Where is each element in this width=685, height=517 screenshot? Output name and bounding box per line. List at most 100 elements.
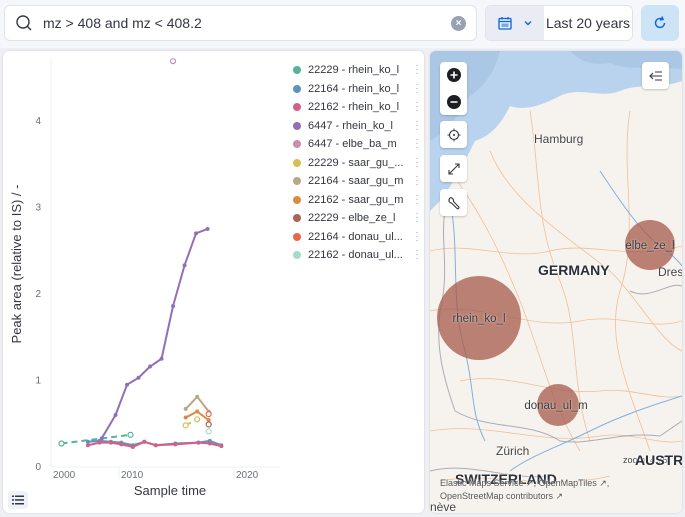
data-point xyxy=(205,428,212,435)
data-point xyxy=(196,440,201,445)
data-point xyxy=(207,441,212,446)
y-axis-title: Peak area (relative to IS) / - xyxy=(9,185,24,344)
legend-item-menu-icon[interactable]: · · · xyxy=(413,190,421,208)
legend-color-dot xyxy=(293,232,301,241)
clear-icon[interactable]: × xyxy=(451,16,466,31)
refresh-button[interactable] xyxy=(641,5,679,41)
quick-select-button[interactable] xyxy=(486,6,544,40)
data-point xyxy=(113,412,118,417)
legend-color-dot xyxy=(293,140,301,149)
query-bar: mz > 408 and mz < 408.2 × Last 20 years xyxy=(0,0,685,48)
y-tick-label: 0 xyxy=(35,462,41,473)
data-point xyxy=(194,231,199,236)
legend-label: 22164 - rhein_ko_l xyxy=(308,82,400,95)
x-tick-label: 2010 xyxy=(121,470,144,481)
legend-label: 22229 - rhein_ko_l xyxy=(308,64,400,77)
y-tick-label: 4 xyxy=(35,116,41,127)
legend-color-dot xyxy=(293,158,301,167)
series-line xyxy=(100,228,208,439)
legend-label: 22162 - saar_gu_m xyxy=(308,193,404,206)
legend-item-menu-icon[interactable]: · · · xyxy=(413,98,421,116)
legend-item[interactable]: 22164 - saar_gu_m · · · xyxy=(293,172,423,191)
search-query-text[interactable]: mz > 408 and mz < 408.2 xyxy=(43,15,202,31)
data-point xyxy=(125,382,130,387)
data-point xyxy=(205,226,210,231)
legend-item[interactable]: 22229 - saar_gu_... · · · xyxy=(293,153,423,173)
legend-color-dot xyxy=(293,84,301,93)
legend-item[interactable]: 22162 - rhein_ko_l · · · xyxy=(293,98,423,117)
data-point xyxy=(136,375,141,380)
data-point xyxy=(58,440,65,447)
data-point xyxy=(85,443,90,448)
data-point xyxy=(108,440,113,445)
data-point xyxy=(119,442,124,447)
data-point xyxy=(182,263,187,268)
data-point xyxy=(142,439,147,444)
map-attribution-line-1[interactable]: Elastic Maps Service ↗, OpenMapTiles ↗, xyxy=(440,478,609,489)
legend-color-dot xyxy=(293,251,301,260)
legend-item[interactable]: 6447 - elbe_ba_m · · · xyxy=(293,135,423,154)
data-point xyxy=(127,431,134,438)
data-point xyxy=(183,406,188,411)
legend-item-menu-icon[interactable]: · · · xyxy=(413,116,421,134)
legend-item-menu-icon[interactable]: · · · xyxy=(413,209,421,227)
legend-item[interactable]: 22162 - saar_gu_m · · · xyxy=(293,190,423,210)
list-icon xyxy=(12,495,24,505)
legend-color-dot xyxy=(293,121,301,130)
calendar-icon xyxy=(497,17,512,30)
legend-item-menu-icon[interactable]: · · · xyxy=(413,135,421,153)
legend-item-menu-icon[interactable]: · · · xyxy=(413,172,421,190)
data-point xyxy=(85,439,90,444)
data-point xyxy=(169,58,177,65)
legend-color-dot xyxy=(293,103,301,112)
legend-toggle-button[interactable] xyxy=(8,491,28,509)
legend-label: 22162 - rhein_ko_l xyxy=(308,101,400,114)
data-point xyxy=(153,443,158,448)
data-point xyxy=(183,415,188,420)
data-point xyxy=(171,303,176,308)
data-point xyxy=(97,440,102,445)
bubble-label-elbe-ze-l: elbe_ze_l xyxy=(625,240,675,252)
x-axis-title: Sample time xyxy=(134,483,206,498)
data-point xyxy=(182,422,189,429)
legend-label: 6447 - rhein_ko_l xyxy=(308,119,394,132)
data-point xyxy=(195,409,200,414)
legend-item[interactable]: 6447 - rhein_ko_l · · · xyxy=(293,116,423,136)
chevron-down-icon xyxy=(524,21,531,26)
series-line xyxy=(184,395,210,413)
date-picker: Last 20 years xyxy=(485,5,633,41)
legend-item[interactable]: 22229 - elbe_ze_l · · · xyxy=(293,209,423,228)
data-point xyxy=(194,416,201,423)
legend-label: 6447 - elbe_ba_m xyxy=(308,138,397,151)
legend-item[interactable]: 22164 - rhein_ko_l · · · xyxy=(293,79,423,99)
legend-item-menu-icon[interactable]: · · · xyxy=(413,79,421,97)
data-point xyxy=(205,411,212,418)
y-tick-label: 1 xyxy=(35,376,41,387)
y-tick-label: 2 xyxy=(35,289,41,300)
map-attribution-line-2[interactable]: OpenStreetMap contributors ↗ xyxy=(440,491,563,502)
date-range-label[interactable]: Last 20 years xyxy=(544,6,632,40)
legend-color-dot xyxy=(293,214,301,223)
legend-item[interactable]: 22229 - rhein_ko_l · · · xyxy=(293,61,423,80)
x-tick-label: 2000 xyxy=(53,470,76,481)
legend-color-dot xyxy=(293,66,301,75)
legend-item-menu-icon[interactable]: · · · xyxy=(413,153,421,171)
refresh-icon xyxy=(654,16,666,29)
legend-label: 22229 - saar_gu_... xyxy=(308,156,404,169)
map-panel[interactable]: Hamburg GERMANY Dres Zürich SWITZERLAND … xyxy=(430,51,682,513)
legend-item-menu-icon[interactable]: · · · xyxy=(413,61,421,79)
search-input[interactable]: mz > 408 and mz < 408.2 × xyxy=(4,5,477,41)
bubble-label-donau-ul-m: donau_ul_m xyxy=(524,400,588,412)
x-tick-label: 2020 xyxy=(236,470,259,481)
legend-label: 22162 - donau_ul... xyxy=(308,249,403,262)
search-icon xyxy=(16,15,32,31)
data-point xyxy=(148,364,153,369)
legend-item[interactable]: 22164 - donau_ul... · · · xyxy=(293,227,423,247)
legend-label: 22229 - elbe_ze_l xyxy=(308,212,396,225)
legend-item-menu-icon[interactable]: · · · xyxy=(413,246,421,264)
data-point xyxy=(159,356,164,361)
data-point xyxy=(99,436,104,441)
legend-item[interactable]: 22162 - donau_ul... · · · xyxy=(293,246,423,265)
legend-item-menu-icon[interactable]: · · · xyxy=(413,227,421,245)
data-point xyxy=(195,394,200,399)
